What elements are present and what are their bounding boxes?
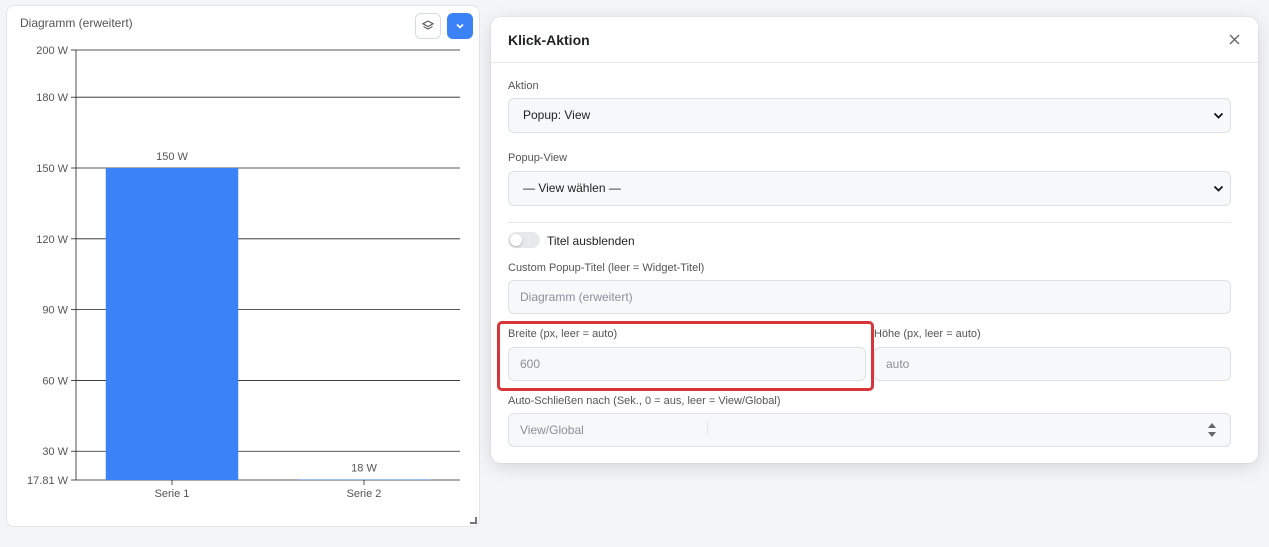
close-button[interactable] — [1224, 29, 1244, 49]
autoclose-input[interactable] — [508, 413, 1231, 447]
toggle-knob — [510, 234, 522, 246]
data-label: 18 W — [351, 463, 377, 475]
data-label: 150 W — [156, 151, 188, 163]
x-tick-label: Serie 1 — [155, 488, 190, 500]
popup-view-select-value: — View wählen — — [523, 181, 621, 195]
chart-widget: Diagramm (erweitert) 17.81 W 30 W 60 W 90 W… — [6, 5, 480, 527]
y-tick-label: 17.81 W — [27, 475, 69, 487]
action-label: Aktion — [508, 80, 539, 92]
custom-title-label: Custom Popup-Titel (leer = Widget-Titel) — [508, 262, 705, 274]
y-tick-label: 120 W — [36, 234, 68, 246]
chevron-down-icon — [1213, 112, 1224, 119]
height-input[interactable] — [874, 347, 1231, 381]
y-tick-label: 180 W — [36, 92, 68, 104]
modal-title: Klick-Aktion — [508, 32, 590, 48]
y-tick-label: 90 W — [42, 305, 68, 317]
hide-title-label: Titel ausblenden — [547, 234, 635, 248]
action-select-value: Popup: View — [523, 108, 591, 122]
resize-handle[interactable] — [470, 517, 477, 524]
height-label: Höhe (px, leer = auto) — [874, 328, 981, 340]
y-tick-label: 150 W — [36, 163, 68, 175]
chevron-down-icon — [1213, 185, 1224, 192]
custom-title-input[interactable] — [508, 280, 1231, 314]
bar — [105, 168, 239, 480]
stepper-arrows-icon[interactable] — [1207, 420, 1217, 440]
divider — [508, 222, 1231, 223]
y-tick-label: 60 W — [42, 375, 68, 387]
action-select[interactable]: Popup: View — [508, 98, 1231, 133]
stepper-separator — [707, 421, 708, 435]
popup-view-select[interactable]: — View wählen — — [508, 171, 1231, 206]
autoclose-label: Auto-Schließen nach (Sek., 0 = aus, leer… — [508, 395, 781, 407]
x-tick-label: Serie 2 — [347, 488, 382, 500]
width-input[interactable] — [508, 347, 866, 381]
click-action-modal: Klick-Aktion Aktion Popup: View Popup-Vi… — [491, 17, 1258, 463]
bar-chart: 17.81 W 30 W 60 W 90 W 120 W 150 W 180 W 200 W 1… — [27, 45, 460, 500]
y-tick-label: 200 W — [36, 45, 68, 57]
popup-view-label: Popup-View — [508, 152, 568, 164]
modal-header: Klick-Aktion — [491, 17, 1258, 63]
close-icon — [1229, 34, 1239, 44]
y-tick-label: 30 W — [42, 446, 68, 458]
width-label: Breite (px, leer = auto) — [508, 328, 618, 340]
hide-title-toggle[interactable] — [508, 232, 540, 248]
